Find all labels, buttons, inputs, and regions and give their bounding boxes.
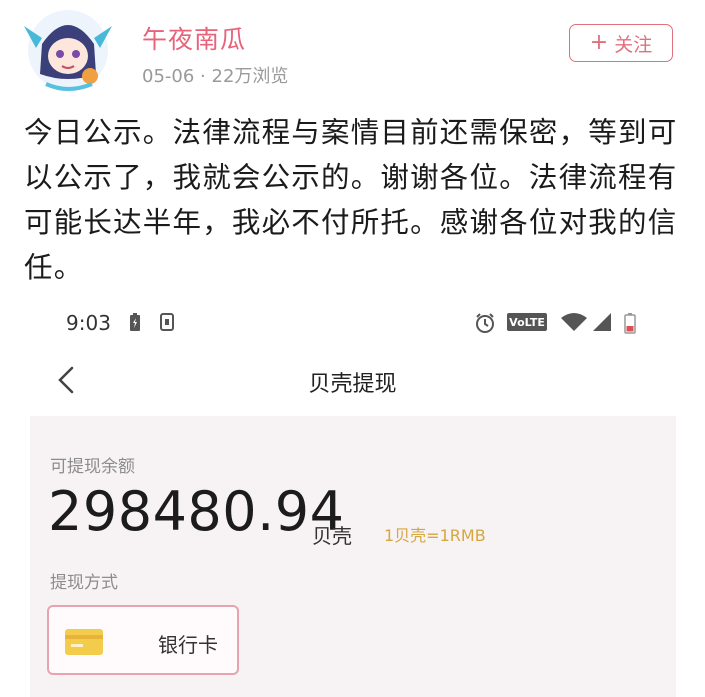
- post-date: 05-06: [142, 66, 195, 87]
- page-title: 贝壳提现: [308, 372, 397, 397]
- status-bar: 9:03 VoLTE: [0, 300, 705, 346]
- nav-bar: 贝壳提现: [0, 352, 705, 408]
- volte-icon: VoLTE: [507, 313, 547, 331]
- balance-unit: 贝壳: [312, 524, 352, 548]
- alarm-icon: [476, 313, 494, 333]
- bank-card-icon: [65, 629, 103, 655]
- status-time: 9:03: [66, 311, 111, 335]
- battery-icon: [624, 313, 636, 334]
- post-meta: 05-06 · 22万浏览: [142, 62, 288, 88]
- avatar[interactable]: [22, 4, 114, 96]
- notification-icon: [160, 313, 174, 331]
- anime-avatar-icon: [24, 10, 112, 91]
- view-count: 22万浏览: [211, 66, 289, 87]
- signal-icon: [593, 313, 611, 331]
- follow-label: 关注: [614, 33, 653, 56]
- wifi-icon: [561, 313, 587, 331]
- balance-label: 可提现余额: [50, 457, 135, 477]
- battery-charging-icon: [130, 313, 140, 331]
- balance-amount: 298480.94: [48, 480, 345, 543]
- post-body: 今日公示。法律流程与案情目前还需保密，等到可以公示了，我就会公示的。谢谢各位。法…: [24, 116, 678, 284]
- balance-card: 可提现余额 298480.94 贝壳 1贝壳=1RMB 提现方式 银行卡: [30, 416, 676, 697]
- follow-button[interactable]: + 关注: [569, 24, 673, 62]
- username[interactable]: 午夜南瓜: [142, 20, 246, 56]
- bank-card-label: 银行卡: [158, 633, 218, 657]
- withdraw-method-label: 提现方式: [50, 573, 118, 593]
- exchange-rate-note: 1贝壳=1RMB: [384, 526, 486, 545]
- plus-icon: +: [589, 30, 609, 55]
- bank-card-option[interactable]: 银行卡: [47, 605, 239, 675]
- meta-separator: ·: [200, 66, 206, 87]
